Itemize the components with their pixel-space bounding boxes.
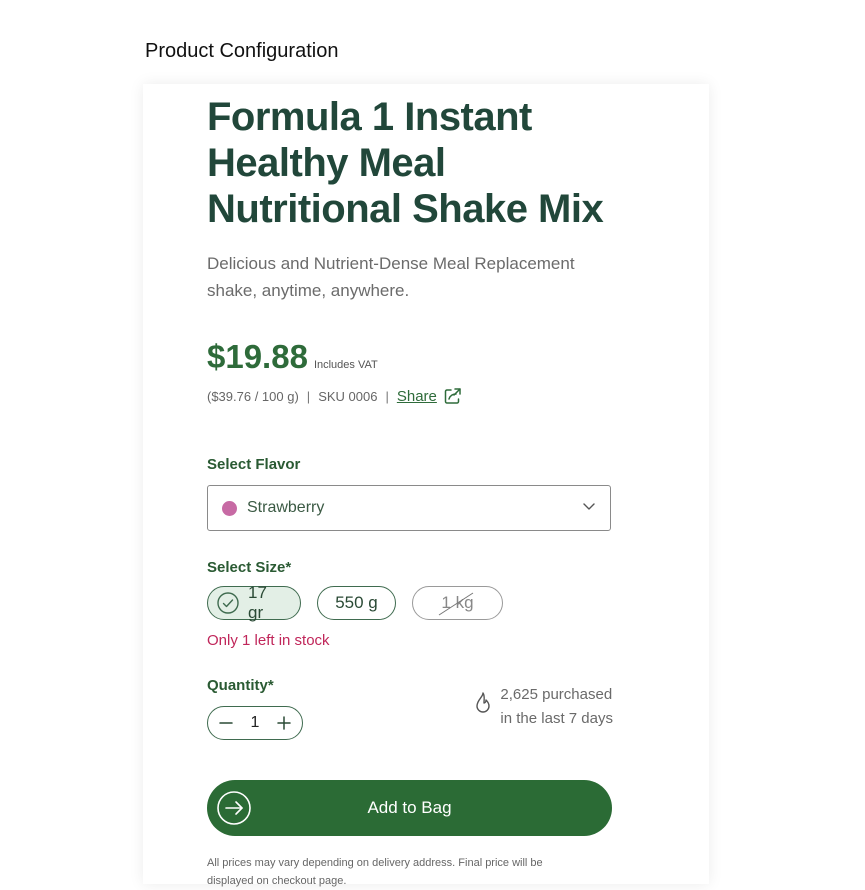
share-icon[interactable] bbox=[443, 386, 463, 406]
price-row: $19.88 Includes VAT bbox=[207, 338, 613, 376]
share-link[interactable]: Share bbox=[397, 388, 437, 405]
size-option-label: 17 gr bbox=[248, 583, 267, 622]
arrow-circle-icon bbox=[217, 791, 253, 825]
size-label: Select Size* bbox=[207, 559, 292, 576]
chevron-down-icon bbox=[582, 499, 596, 518]
price-meta-row: ($39.76 / 100 g) | SKU 0006 | Share bbox=[207, 386, 613, 406]
flavor-select[interactable]: Strawberry bbox=[207, 485, 611, 531]
separator: | bbox=[306, 388, 311, 404]
product-subtitle-line: shake, anytime, anywhere. bbox=[207, 281, 410, 300]
quantity-group: Quantity* 1 bbox=[207, 677, 303, 740]
product-config-panel: Formula 1 Instant Healthy Meal Nutrition… bbox=[207, 84, 613, 890]
sku: SKU 0006 bbox=[318, 388, 378, 404]
flavor-selected-value: Strawberry bbox=[247, 499, 325, 516]
check-circle-icon bbox=[216, 591, 240, 615]
purchase-count: 2,625 purchased in the last 7 days bbox=[474, 683, 613, 740]
page-heading: Product Configuration bbox=[145, 40, 339, 62]
quantity-label: Quantity* bbox=[207, 677, 274, 694]
separator: | bbox=[385, 388, 389, 404]
quantity-value: 1 bbox=[250, 714, 260, 731]
flavor-label: Select Flavor bbox=[207, 456, 301, 473]
size-option-1kg: 1 kg bbox=[412, 586, 503, 620]
purchase-count-line: 2,625 purchased bbox=[500, 686, 613, 703]
size-option-17gr[interactable]: 17 gr bbox=[207, 583, 301, 622]
minus-icon[interactable] bbox=[218, 715, 234, 731]
product-subtitle: Delicious and Nutrient-Dense Meal Replac… bbox=[207, 250, 613, 304]
add-to-bag-label: Add to Bag bbox=[367, 798, 452, 817]
product-card: Formula 1 Instant Healthy Meal Nutrition… bbox=[143, 84, 709, 887]
add-to-bag-button[interactable]: Add to Bag bbox=[207, 780, 612, 836]
purchase-count-text: 2,625 purchased in the last 7 days bbox=[500, 683, 613, 731]
quantity-block: Quantity* 1 2,625 purchased in the last … bbox=[207, 677, 613, 740]
strikethrough-line bbox=[438, 592, 474, 616]
disclaimer-line: All prices may vary depending on deliver… bbox=[207, 857, 543, 869]
price-disclaimer: All prices may vary depending on deliver… bbox=[207, 854, 613, 890]
flavor-swatch bbox=[222, 500, 237, 516]
price: $19.88 bbox=[207, 338, 308, 375]
flame-icon bbox=[474, 691, 492, 715]
stock-note: Only 1 left in stock bbox=[207, 632, 330, 649]
size-option-550g[interactable]: 550 g bbox=[317, 586, 396, 620]
product-title-line: Healthy Meal bbox=[207, 141, 446, 185]
product-title-line: Formula 1 Instant bbox=[207, 95, 532, 139]
vat-note: Includes VAT bbox=[313, 359, 378, 371]
quantity-stepper[interactable]: 1 bbox=[207, 706, 303, 740]
plus-icon[interactable] bbox=[276, 715, 292, 731]
purchase-count-line: in the last 7 days bbox=[500, 710, 613, 727]
product-subtitle-line: Delicious and Nutrient-Dense Meal Replac… bbox=[207, 254, 575, 273]
size-option-label: 550 g bbox=[335, 593, 378, 612]
size-options: 17 gr 550 g 1 kg bbox=[207, 583, 613, 622]
product-title: Formula 1 Instant Healthy Meal Nutrition… bbox=[207, 94, 613, 232]
unit-price: ($39.76 / 100 g) bbox=[207, 388, 299, 404]
disclaimer-line: displayed on checkout page. bbox=[207, 875, 347, 887]
product-title-line: Nutritional Shake Mix bbox=[207, 187, 604, 231]
